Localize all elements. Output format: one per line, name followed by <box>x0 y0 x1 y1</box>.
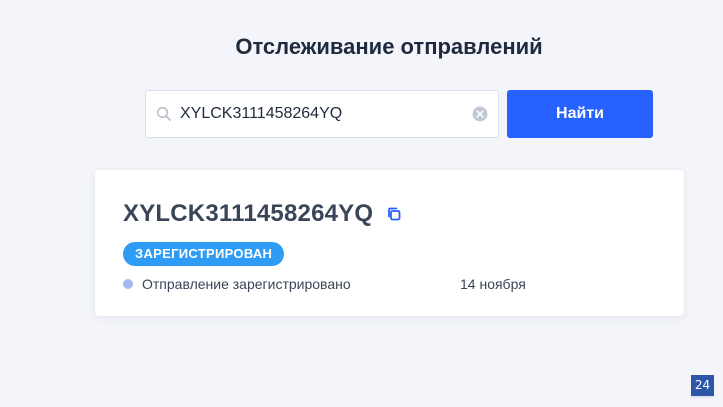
status-badge: ЗАРЕГИСТРИРОВАН <box>123 242 285 266</box>
search-input[interactable] <box>180 105 472 123</box>
corner-logo: 24 <box>691 375 714 398</box>
clear-search-icon[interactable] <box>472 106 488 122</box>
track-number: XYLCK3111458264YQ <box>123 200 374 227</box>
page-title: Отслеживание отправлений <box>235 34 543 59</box>
search-row: Найти <box>145 90 653 138</box>
find-button[interactable]: Найти <box>507 90 653 138</box>
search-icon <box>156 106 172 122</box>
event-text: Отправление зарегистрировано <box>142 276 351 292</box>
copy-icon[interactable] <box>385 205 403 223</box>
tracking-result-card: XYLCK3111458264YQ ЗАРЕГИСТРИРОВАН Отправ… <box>95 170 684 316</box>
event-date: 14 ноября <box>460 276 526 292</box>
event-dot <box>123 279 133 289</box>
event-row: Отправление зарегистрировано 14 ноября <box>123 274 663 294</box>
track-number-row: XYLCK3111458264YQ <box>123 200 403 228</box>
search-box[interactable] <box>145 90 499 138</box>
